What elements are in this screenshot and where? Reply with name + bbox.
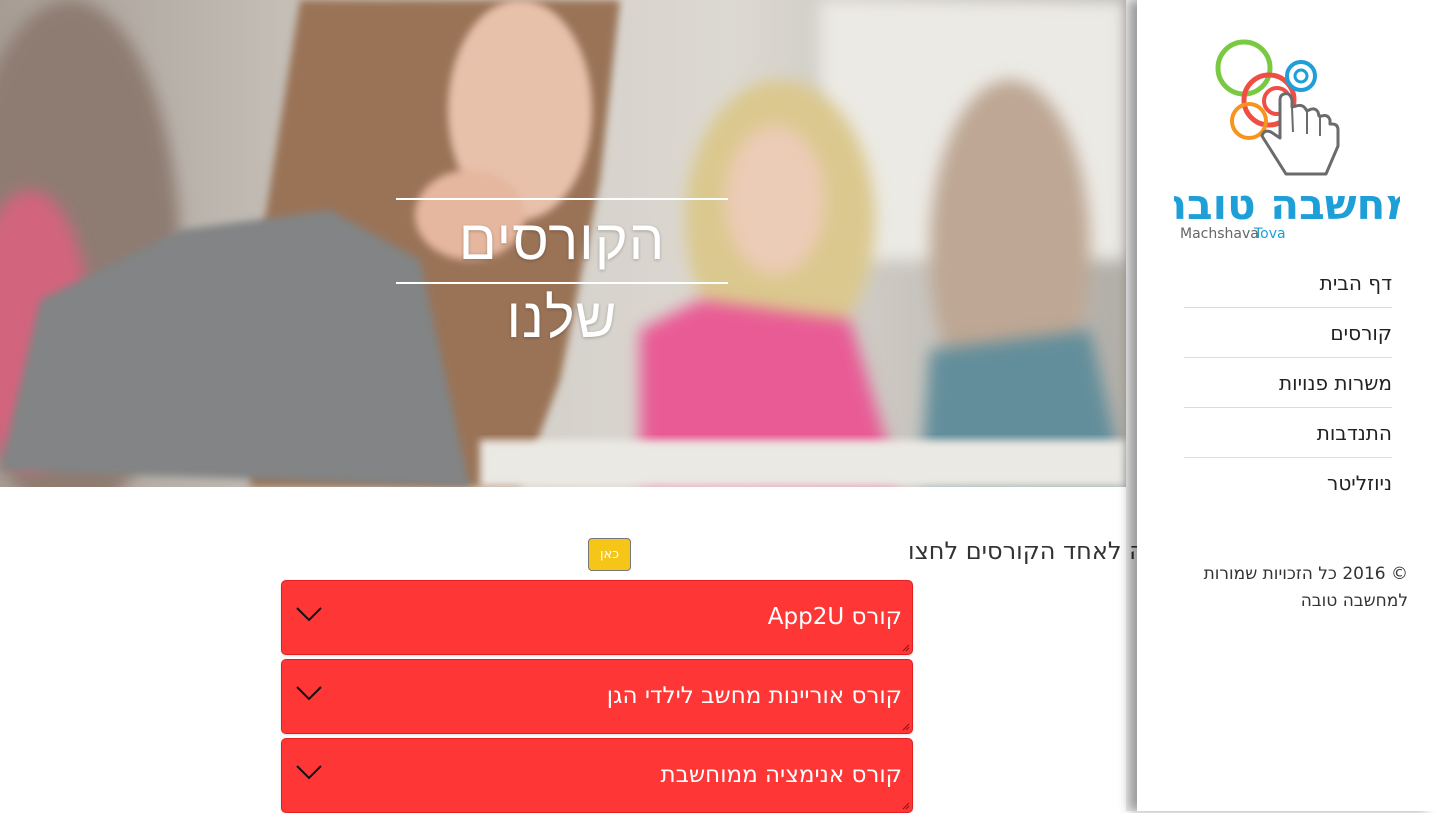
logo-hebrew-text: מחשבה טובה [1174, 180, 1400, 229]
nav-item-jobs[interactable]: משרות פנויות [1184, 358, 1392, 408]
nav-item-newsletter[interactable]: ניוזליטר [1184, 458, 1392, 508]
nav-item-volunteering[interactable]: התנדבות [1184, 408, 1392, 458]
hero-title-frame: הקורסים שלנו [396, 198, 728, 351]
logo-english-text-2: Tova [1253, 226, 1286, 242]
sidebar: מחשבה טובה Machshava Tova דף הבית קורסים… [1137, 0, 1435, 811]
main-navigation: דף הבית קורסים משרות פנויות התנדבות ניוז… [1184, 258, 1392, 508]
nav-item-courses[interactable]: קורסים [1184, 308, 1392, 358]
course-title: קורס App2U [767, 604, 902, 630]
site-logo[interactable]: מחשבה טובה Machshava Tova [1158, 34, 1416, 244]
resize-grip-icon [902, 723, 910, 731]
register-here-button[interactable]: כאן [588, 538, 631, 571]
hero-banner: הקורסים שלנו [0, 0, 1126, 487]
sidebar-gap [1126, 0, 1137, 811]
copyright-notice: © 2016 כל הזכויות שמורות למחשבה טובה [1178, 561, 1408, 615]
chevron-down-icon[interactable] [295, 763, 323, 781]
nav-item-home[interactable]: דף הבית [1184, 258, 1392, 308]
course-title: קורס אוריינות מחשב לילדי הגן [606, 683, 902, 709]
copyright-line-2: למחשבה טובה [1300, 591, 1408, 611]
resize-grip-icon [902, 644, 910, 652]
chevron-down-icon[interactable] [295, 605, 323, 623]
course-title: קורס אנימציה ממוחשבת [660, 762, 902, 788]
pointer-hand-circles-logo-icon: מחשבה טובה Machshava Tova [1158, 39, 1416, 242]
copyright-line-1: © 2016 כל הזכויות שמורות [1203, 564, 1408, 584]
course-accordion-item[interactable]: קורס אוריינות מחשב לילדי הגן [281, 659, 913, 734]
page-title: הקורסים שלנו [458, 208, 666, 351]
course-accordion-item[interactable]: קורס App2U [281, 580, 913, 655]
chevron-down-icon[interactable] [295, 684, 323, 702]
course-accordion-item[interactable]: קורס אנימציה ממוחשבת [281, 738, 913, 813]
resize-grip-icon [902, 802, 910, 810]
logo-english-text-1: Machshava [1180, 226, 1259, 242]
